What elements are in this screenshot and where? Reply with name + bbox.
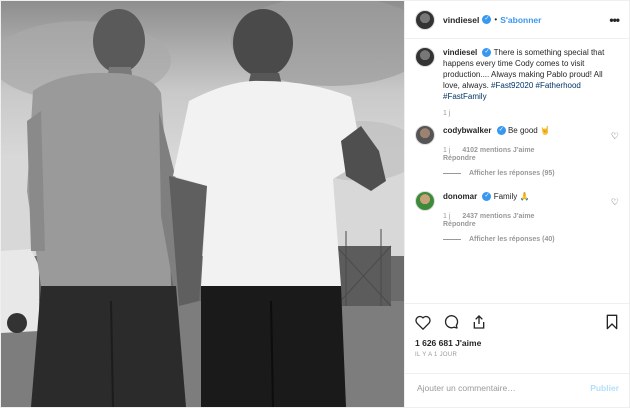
verified-icon: ✓ <box>482 48 492 58</box>
verified-icon: ✓ <box>482 192 492 202</box>
comment-text: Family <box>493 192 518 201</box>
caption-time: 1 j <box>443 110 451 117</box>
verified-icon: ✓ <box>482 15 492 24</box>
comment-text-block: codybwalker ✓ Be good 🤘 <box>443 125 550 145</box>
comment-username[interactable]: donomar <box>443 192 477 201</box>
avatar[interactable] <box>415 9 435 30</box>
more-icon[interactable]: ••• <box>609 13 620 27</box>
comment-item: donomar ✓ Family 🙏 ♡ <box>415 191 621 211</box>
view-replies-label: Afficher les réponses (95) <box>469 170 555 177</box>
view-replies-label: Afficher les réponses (40) <box>469 236 555 243</box>
avatar[interactable] <box>415 47 435 67</box>
comment-emoji: 🤘 <box>539 126 550 135</box>
view-replies-button[interactable]: Afficher les réponses (95) <box>443 170 621 177</box>
comment-text-block: donomar ✓ Family 🙏 <box>443 191 529 211</box>
photo-illustration <box>1 1 404 407</box>
divider-line <box>443 173 461 174</box>
comment-meta: 1 j 4102 mentions J'aime <box>443 147 621 154</box>
comment-likes[interactable]: 4102 mentions J'aime <box>462 147 534 154</box>
action-icons <box>415 312 619 332</box>
view-replies-button[interactable]: Afficher les réponses (40) <box>443 236 621 243</box>
follow-button[interactable]: S'abonner <box>500 15 541 25</box>
reply-button[interactable]: Répondre <box>443 155 621 162</box>
save-icon[interactable] <box>605 314 619 330</box>
heart-icon[interactable] <box>415 315 431 330</box>
comment-time: 1 j <box>443 213 451 220</box>
author-username[interactable]: vindiesel <box>443 15 479 25</box>
verified-icon: ✓ <box>496 126 506 136</box>
caption-text-block: vindiesel ✓ There is something special t… <box>443 47 618 102</box>
comment-item: codybwalker ✓ Be good 🤘 ♡ <box>415 125 621 145</box>
comment-meta: 1 j 2437 mentions J'aime <box>443 213 621 220</box>
comments-list: vindiesel ✓ There is something special t… <box>415 47 621 243</box>
post-header: vindiesel ✓ • S'abonner ••• <box>405 1 629 39</box>
comment-emoji: 🙏 <box>519 192 530 201</box>
comment-icon[interactable] <box>443 314 459 330</box>
caption: vindiesel ✓ There is something special t… <box>415 47 621 102</box>
post-actions: 1 626 681 J'aime IL Y A 1 JOUR <box>405 303 629 358</box>
instagram-post: vindiesel ✓ • S'abonner ••• vindiesel ✓ … <box>0 0 630 408</box>
caption-username[interactable]: vindiesel <box>443 48 477 57</box>
comment-time: 1 j <box>443 147 451 154</box>
post-panel: vindiesel ✓ • S'abonner ••• vindiesel ✓ … <box>404 1 629 407</box>
separator-dot: • <box>494 15 498 24</box>
divider-line <box>443 239 461 240</box>
comment-like-icon[interactable]: ♡ <box>611 197 619 208</box>
comment-like-icon[interactable]: ♡ <box>611 131 619 142</box>
comment-input[interactable] <box>415 381 591 394</box>
comment-text: Be good <box>507 126 538 135</box>
likes-count[interactable]: 1 626 681 J'aime <box>415 338 619 348</box>
comment-likes[interactable]: 2437 mentions J'aime <box>462 213 534 220</box>
avatar[interactable] <box>415 191 435 211</box>
post-photo[interactable] <box>1 1 404 407</box>
avatar[interactable] <box>415 125 435 145</box>
share-icon[interactable] <box>471 314 487 330</box>
post-time: IL Y A 1 JOUR <box>415 352 458 358</box>
add-comment-bar: Publier <box>405 373 629 401</box>
comment-username[interactable]: codybwalker <box>443 126 491 135</box>
publish-button[interactable]: Publier <box>590 383 619 393</box>
reply-button[interactable]: Répondre <box>443 221 621 228</box>
